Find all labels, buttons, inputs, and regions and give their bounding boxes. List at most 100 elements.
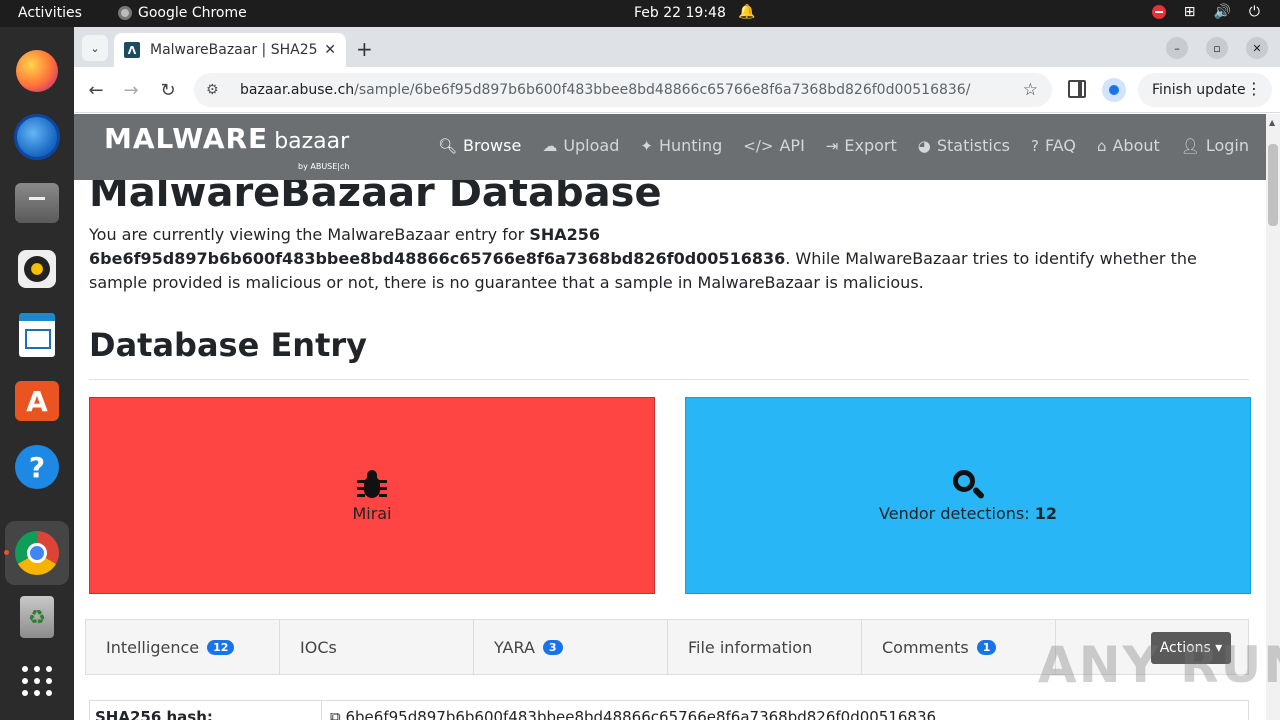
url-host: bazaar.abuse.ch: [240, 82, 355, 98]
nav-login[interactable]: 👤︎ Login: [1181, 136, 1249, 155]
nav-statistics-label: Statistics: [936, 136, 1010, 155]
sha256-value: 6be6f95d897b6b600f483bbee8bd48866c65766e…: [345, 708, 937, 720]
code-icon: </>: [743, 136, 774, 155]
brand-main: MALWARE: [104, 122, 269, 155]
tab-yara[interactable]: YARA 3: [474, 620, 668, 674]
sha256-value-cell[interactable]: ⧉ 6be6f95d897b6b600f483bbee8bd48866c6576…: [330, 708, 936, 720]
page-viewport: MalwareBazaar Database You are currently…: [74, 114, 1280, 720]
dock-show-apps[interactable]: [13, 657, 61, 705]
tab-title: MalwareBazaar | SHA256: [150, 42, 319, 58]
app-name: Google Chrome: [138, 5, 247, 21]
tab-intelligence-badge: 12: [207, 639, 235, 655]
dock-firefox[interactable]: [13, 47, 61, 95]
site-info-icon[interactable]: ⚙: [206, 82, 224, 98]
activities-button[interactable]: Activities: [18, 5, 82, 21]
nav-faq[interactable]: ? FAQ: [1031, 136, 1076, 155]
user-icon: 👤︎: [1180, 136, 1200, 155]
dock-chrome[interactable]: [5, 521, 69, 585]
copy-icon[interactable]: ⧉: [330, 708, 345, 720]
nav-api[interactable]: </> API: [743, 136, 805, 155]
vendor-detections-label: Vendor detections:: [879, 504, 1035, 523]
nav-about[interactable]: ⌂ About: [1097, 136, 1160, 155]
hunting-icon: ✦: [640, 136, 653, 155]
divider: [89, 379, 1249, 380]
tab-bar: ⌄ Λ MalwareBazaar | SHA256 ✕ + – ▫ ✕: [74, 27, 1280, 67]
nav-upload[interactable]: ☁ Upload: [542, 136, 619, 155]
page-scrollbar[interactable]: ▲: [1266, 114, 1280, 720]
tab-close-icon[interactable]: ✕: [324, 42, 336, 58]
dock-trash[interactable]: ♻: [13, 593, 61, 641]
libreoffice-writer-icon: [19, 313, 55, 357]
reload-icon[interactable]: ↻: [155, 77, 181, 103]
back-arrow-icon[interactable]: ←: [83, 77, 109, 103]
tab-iocs-label: IOCs: [300, 637, 337, 657]
bug-icon: [357, 468, 387, 502]
dock-help[interactable]: ?: [13, 443, 61, 491]
nav-faq-label: FAQ: [1044, 136, 1076, 155]
nav-upload-label: Upload: [563, 136, 620, 155]
sha256-label: SHA256 hash:: [95, 708, 213, 720]
tab-search-chevron-icon[interactable]: ⌄: [82, 35, 108, 61]
system-top-bar: Activities Google Chrome Feb 22 19:48 🔔 …: [0, 0, 1280, 27]
pie-chart-icon: ◕: [917, 136, 931, 155]
rhythmbox-icon: [18, 250, 56, 288]
maximize-icon[interactable]: ▫: [1206, 37, 1228, 59]
address-bar[interactable]: ⚙ bazaar.abuse.ch/sample/6be6f95d897b6b6…: [194, 73, 1052, 107]
question-icon: ?: [1030, 136, 1039, 155]
search-icon: 🔍︎: [438, 136, 458, 155]
profile-avatar-icon[interactable]: [1102, 78, 1126, 102]
search-icon: [951, 468, 986, 502]
tab-yara-label: YARA: [494, 637, 535, 657]
system-tray[interactable]: ⊞ 🔊 ⏻: [1151, 4, 1260, 20]
dock-writer[interactable]: [13, 311, 61, 359]
nav-statistics[interactable]: ◕ Statistics: [918, 136, 1010, 155]
forward-arrow-icon[interactable]: →: [118, 77, 144, 103]
finish-update-label: Finish update: [1152, 82, 1246, 98]
chrome-window: ⌄ Λ MalwareBazaar | SHA256 ✕ + – ▫ ✕ ← →…: [74, 27, 1280, 720]
scrollbar-thumb[interactable]: [1268, 144, 1278, 226]
nav-hunting-label: Hunting: [658, 136, 723, 155]
scroll-up-arrow-icon[interactable]: ▲: [1269, 118, 1275, 127]
dock-thunderbird[interactable]: [13, 113, 61, 161]
firefox-icon: [16, 50, 58, 92]
tab-intelligence-label: Intelligence: [106, 637, 200, 657]
app-menu[interactable]: Google Chrome: [118, 5, 247, 21]
close-window-icon[interactable]: ✕: [1246, 37, 1268, 59]
new-tab-plus-icon[interactable]: +: [356, 37, 373, 61]
table-column-divider: [321, 701, 322, 720]
notification-bell-icon[interactable]: 🔔: [738, 4, 755, 20]
finish-update-button[interactable]: Finish update ⋮: [1138, 73, 1272, 107]
tab-comments[interactable]: Comments 1: [862, 620, 1056, 674]
app-center-icon: A: [15, 381, 59, 421]
brand-by: by ABUSE|ch: [298, 162, 350, 171]
malware-family-label[interactable]: Mirai: [352, 504, 391, 523]
malwarebazaar-logo[interactable]: MALWARE bazaar by ABUSE|ch: [104, 122, 349, 171]
nav-hunting[interactable]: ✦ Hunting: [640, 136, 722, 155]
dock-rhythmbox[interactable]: [13, 245, 61, 293]
recording-indicator-icon[interactable]: [1151, 5, 1166, 19]
minimize-icon[interactable]: –: [1166, 37, 1188, 59]
nav-about-label: About: [1112, 136, 1160, 155]
nav-browse[interactable]: 🔍︎ Browse: [438, 136, 521, 155]
dock-app-center[interactable]: A: [13, 377, 61, 425]
nav-export[interactable]: ⇥ Export: [826, 136, 897, 155]
nav-api-label: API: [779, 136, 805, 155]
clock[interactable]: Feb 22 19:48: [634, 5, 726, 21]
browser-tab[interactable]: Λ MalwareBazaar | SHA256 ✕: [114, 33, 346, 67]
site-navbar: MALWARE bazaar by ABUSE|ch 🔍︎ Browse ☁ Uplo…: [74, 114, 1266, 180]
side-panel-icon[interactable]: [1068, 80, 1086, 98]
bookmark-star-icon[interactable]: ☆: [1023, 80, 1038, 100]
dock-files[interactable]: [13, 179, 61, 227]
export-icon: ⇥: [825, 136, 839, 155]
more-menu-icon[interactable]: ⋮: [1246, 79, 1262, 98]
nav-export-label: Export: [844, 136, 897, 155]
tab-file-information[interactable]: File information: [668, 620, 862, 674]
url-path: /sample/6be6f95d897b6b600f483bbee8bd4886…: [354, 82, 971, 98]
tab-comments-label: Comments: [882, 637, 969, 657]
chrome-icon: [15, 531, 59, 575]
tab-iocs[interactable]: IOCs: [280, 620, 474, 674]
tab-intelligence[interactable]: Intelligence 12: [86, 620, 280, 674]
intro-paragraph: You are currently viewing the MalwareBaz…: [89, 223, 1249, 295]
browser-toolbar: ← → ↻ ⚙ bazaar.abuse.ch/sample/6be6f95d8…: [74, 67, 1280, 113]
app-grid-icon: [22, 666, 52, 696]
